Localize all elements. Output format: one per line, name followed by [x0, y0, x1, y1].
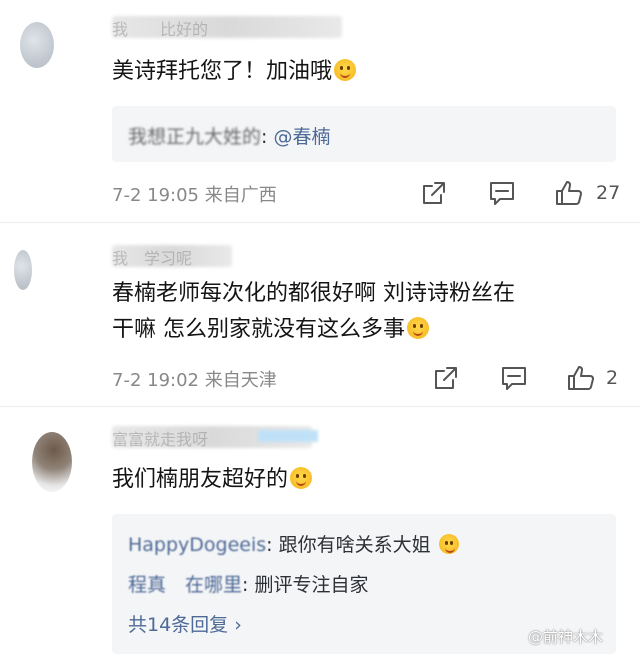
divider	[0, 222, 640, 223]
comment-text-content: 我们楠朋友超好的	[112, 467, 289, 492]
comment-text-content: 美诗拜托您了！加油哦	[112, 59, 333, 84]
username[interactable]: 富富就走我呀	[112, 426, 208, 450]
comment-time: 7-2 19:05	[112, 185, 199, 206]
comment-meta: 7-2 19:02 来自天津	[112, 366, 277, 392]
divider	[0, 406, 640, 407]
comment-icon[interactable]	[488, 180, 516, 206]
reply-preview[interactable]: 我想正九大姓的: @春楠	[128, 122, 330, 149]
reply-text: 删评专注自家	[254, 574, 369, 596]
comment-location: 来自天津	[204, 370, 277, 391]
reply-author: 我想正九大姓的	[128, 126, 262, 148]
face-emoji-icon	[334, 59, 357, 81]
like-icon[interactable]	[554, 179, 584, 207]
avatar[interactable]	[20, 22, 54, 68]
comment-text: 我们楠朋友超好的	[112, 462, 313, 498]
share-icon[interactable]	[433, 365, 459, 391]
reply-item[interactable]: HappyDogeeis: 跟你有啥关系大姐	[128, 530, 459, 557]
reply-item[interactable]: 程真 在哪里: 删评专注自家	[128, 570, 368, 597]
like-count: 2	[606, 367, 619, 389]
comment-text-content: 干嘛 怎么别家就没有这么多事	[112, 317, 405, 342]
comment-time: 7-2 19:02	[112, 370, 199, 391]
username-highlight	[258, 430, 318, 442]
comment-icon[interactable]	[500, 365, 528, 391]
avatar[interactable]	[32, 432, 72, 492]
username[interactable]: 我 比好的	[112, 16, 208, 40]
like-icon[interactable]	[566, 364, 596, 392]
hug-emoji-icon	[407, 317, 429, 339]
username[interactable]: 我 学习呢	[112, 245, 192, 269]
comment-text: 美诗拜托您了！加油哦	[112, 54, 357, 90]
watermark: @前神木木	[528, 628, 604, 646]
reply-text: 跟你有啥关系大姐	[278, 534, 431, 556]
comment-text-line: 干嘛 怎么别家就没有这么多事	[112, 312, 429, 348]
more-replies-link[interactable]: 共14条回复 ›	[128, 610, 242, 637]
avatar[interactable]	[14, 250, 32, 290]
reply-author[interactable]: 程真 在哪里	[128, 574, 242, 596]
comment-text-line: 春楠老师每次化的都很好啊 刘诗诗粉丝在	[112, 281, 515, 306]
mention-link[interactable]: @春楠	[273, 126, 330, 148]
face-emoji-icon	[290, 467, 313, 489]
comment-meta: 7-2 19:05 来自广西	[112, 181, 277, 207]
like-count: 27	[596, 182, 621, 204]
share-icon[interactable]	[421, 180, 447, 206]
reply-author[interactable]: HappyDogeeis	[128, 534, 266, 556]
comment-location: 来自广西	[204, 185, 277, 206]
tongue-emoji-icon	[438, 534, 459, 554]
